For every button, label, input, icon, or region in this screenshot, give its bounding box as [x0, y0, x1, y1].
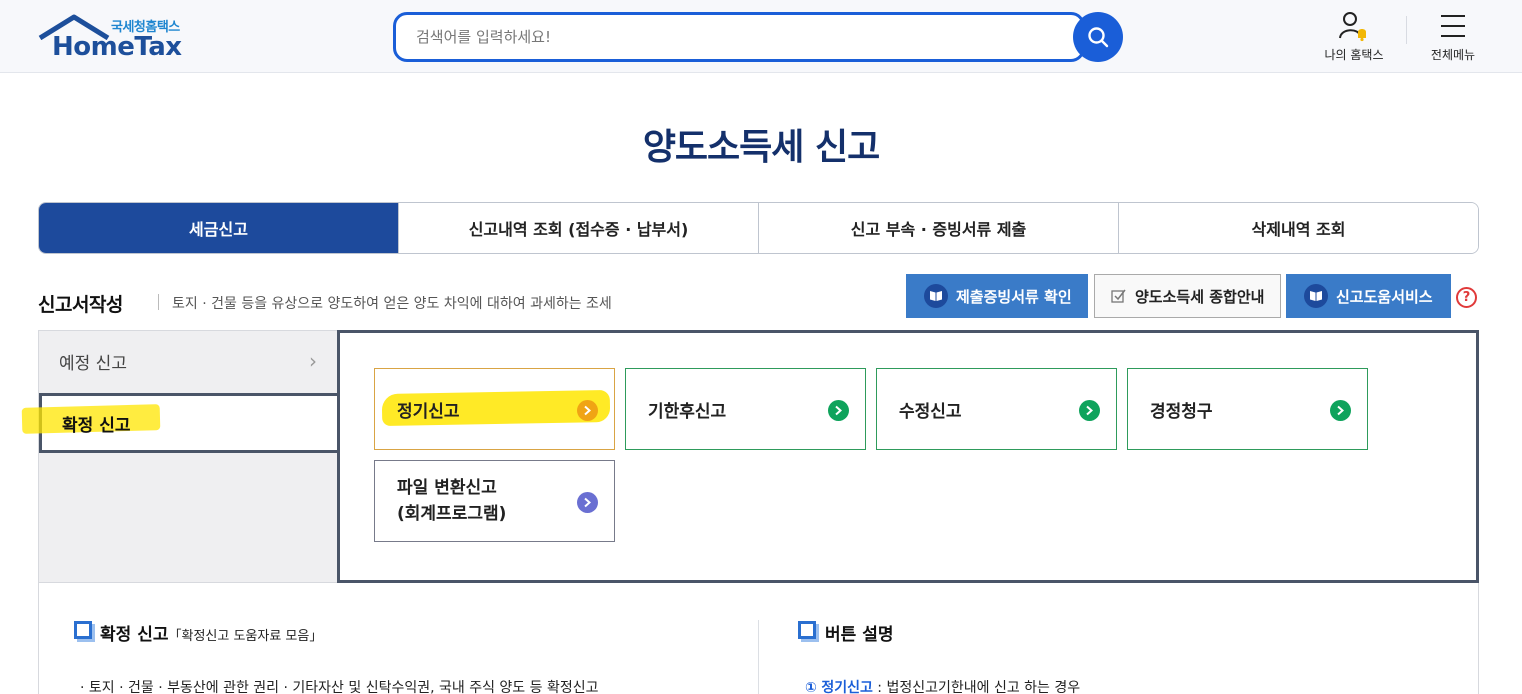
- search-bar: [393, 12, 1123, 62]
- final-filing-help-link[interactable]: 「확정신고 도움자료 모음」: [168, 629, 322, 644]
- proof-check-label: 제출증빙서류 확인: [956, 287, 1072, 306]
- user-bell-icon: [1339, 12, 1366, 42]
- card-file-conversion[interactable]: 파일 변환신고 (회계프로그램): [374, 460, 615, 542]
- arrow-right-icon: [577, 492, 598, 513]
- arrow-right-icon: [828, 400, 849, 421]
- guide-button[interactable]: 양도소득세 종합안내: [1094, 274, 1281, 318]
- square-bullet-icon: [798, 621, 816, 639]
- circled-number: ①: [805, 680, 817, 694]
- bottom-divider: [758, 620, 759, 694]
- section-title: 신고서작성: [38, 294, 123, 316]
- search-icon: [1088, 27, 1109, 48]
- guide-label: 양도소득세 종합안내: [1135, 287, 1265, 306]
- arrow-right-icon: [1330, 400, 1351, 421]
- tab-tax-filing[interactable]: 세금신고: [39, 203, 398, 253]
- logo-title: HomeTax: [52, 32, 182, 62]
- search-input[interactable]: [393, 12, 1085, 62]
- all-menu-button[interactable]: 전체메뉴: [1418, 10, 1488, 66]
- button-desc-line: ① 정기신고 : 법정신고기한내에 신고 하는 경우: [805, 677, 1080, 694]
- arrow-right-icon: [577, 400, 598, 421]
- page-title: 양도소득세 신고: [642, 127, 880, 168]
- card-label: 수정신고: [899, 401, 962, 422]
- card-label-sub: (회계프로그램): [397, 504, 507, 524]
- square-bullet-icon: [74, 621, 92, 639]
- final-filing-heading: 확정 신고「확정신고 도움자료 모음」: [100, 620, 322, 645]
- button-desc-heading: 버튼 설명: [825, 625, 894, 645]
- side-item-label: 예정 신고: [59, 353, 127, 374]
- card-amended-filing[interactable]: 수정신고: [876, 368, 1117, 450]
- regular-filing-link[interactable]: 정기신고: [821, 680, 873, 694]
- card-label: 정기신고: [397, 401, 460, 422]
- checkbox-icon: [1111, 289, 1126, 303]
- card-label: 경정청구: [1150, 401, 1213, 422]
- side-item-label: 확정 신고: [62, 415, 131, 436]
- help-service-button[interactable]: 신고도움서비스: [1286, 274, 1451, 318]
- card-late-filing[interactable]: 기한후신고: [625, 368, 866, 450]
- my-hometax-button[interactable]: 나의 홈택스: [1316, 10, 1392, 66]
- side-menu: 예정 신고 › 확정 신고: [38, 330, 341, 583]
- tab-filing-history[interactable]: 신고내역 조회 (접수증 · 납부서): [398, 203, 758, 253]
- final-filing-description: · 토지 · 건물 · 부동산에 관한 권리 · 기타자산 및 신탁수익권, 국…: [80, 680, 599, 694]
- section-divider: [158, 294, 159, 310]
- hamburger-icon: [1441, 15, 1465, 37]
- section-description: 토지 · 건물 등을 유상으로 양도하여 얻은 양도 차익에 대하여 과세하는 …: [172, 296, 612, 312]
- button-desc-text: : 법정신고기한내에 신고 하는 경우: [872, 680, 1081, 694]
- search-button[interactable]: [1073, 12, 1123, 62]
- top-header: 국세청홈택스 HomeTax 나의 홈택스 전체메뉴: [0, 0, 1522, 73]
- chevron-right-icon: ›: [309, 349, 317, 373]
- arrow-right-icon: [1079, 400, 1100, 421]
- tab-deleted-history[interactable]: 삭제내역 조회: [1118, 203, 1478, 253]
- card-label: 기한후신고: [648, 401, 727, 422]
- book-icon: [924, 284, 948, 308]
- hometax-logo[interactable]: 국세청홈택스 HomeTax: [38, 12, 198, 64]
- all-menu-label: 전체메뉴: [1430, 48, 1476, 62]
- main-tabs: 세금신고 신고내역 조회 (접수증 · 납부서) 신고 부속 · 증빙서류 제출…: [38, 202, 1479, 254]
- final-filing-title: 확정 신고: [100, 625, 169, 645]
- header-divider: [1406, 16, 1407, 44]
- side-item-final[interactable]: 확정 신고: [39, 393, 341, 453]
- proof-check-button[interactable]: 제출증빙서류 확인: [906, 274, 1088, 318]
- book-icon: [1304, 284, 1328, 308]
- side-item-preliminary[interactable]: 예정 신고 ›: [39, 331, 339, 391]
- tab-document-submission[interactable]: 신고 부속 · 증빙서류 제출: [758, 203, 1118, 253]
- help-question-icon[interactable]: ?: [1456, 287, 1477, 308]
- card-correction-claim[interactable]: 경정청구: [1127, 368, 1368, 450]
- card-label: 파일 변환신고: [397, 478, 497, 498]
- my-hometax-label: 나의 홈택스: [1324, 48, 1384, 62]
- help-service-label: 신고도움서비스: [1336, 287, 1433, 306]
